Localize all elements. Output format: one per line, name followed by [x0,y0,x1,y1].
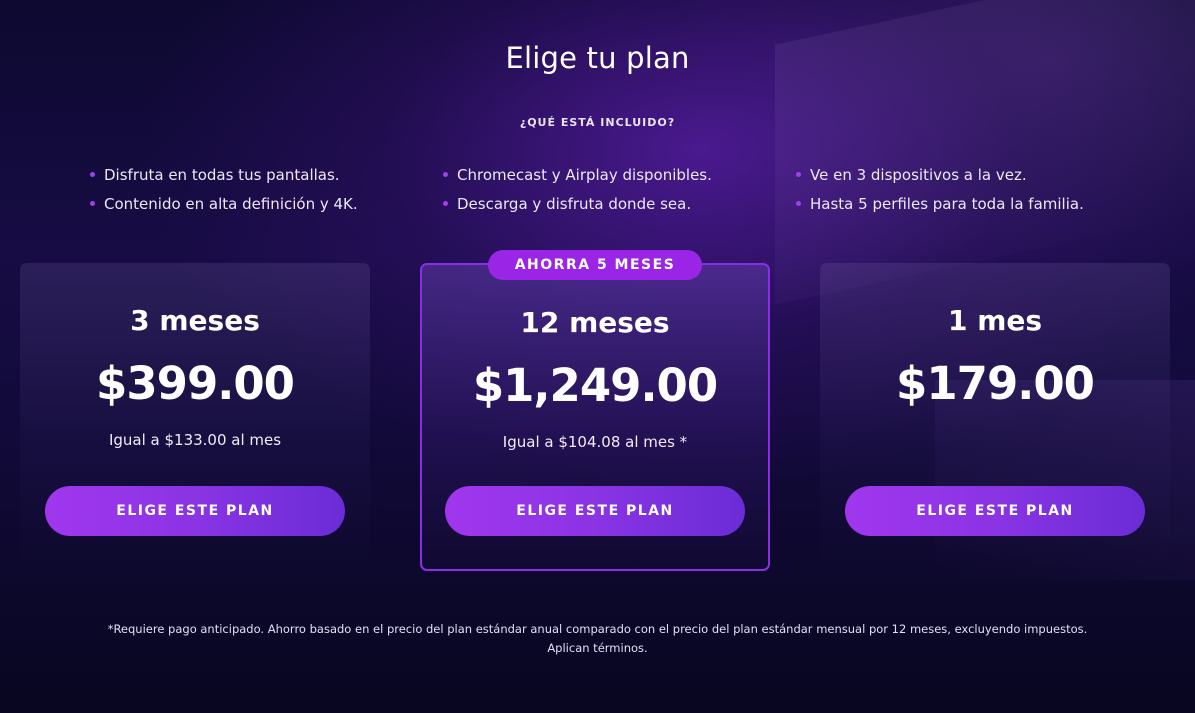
bullet-icon [90,201,95,206]
choose-plan-button[interactable]: ELIGE ESTE PLAN [845,486,1145,536]
features-list: Disfruta en todas tus pantallas. Conteni… [0,160,1195,220]
bullet-icon [90,172,95,177]
plan-price: $1,249.00 [472,359,718,412]
plan-duration: 1 mes [947,304,1043,337]
feature-item: Ve en 3 dispositivos a la vez. [796,160,1084,189]
footnote: *Requiere pago anticipado. Ahorro basado… [0,620,1195,658]
feature-item: Contenido en alta definición y 4K. [90,189,358,218]
features-column-1: Disfruta en todas tus pantallas. Conteni… [90,160,358,218]
savings-badge: AHORRA 5 MESES [488,250,702,280]
feature-item: Descarga y disfruta donde sea. [443,189,712,218]
plan-price: $179.00 [896,357,1095,410]
feature-item: Chromecast y Airplay disponibles. [443,160,712,189]
bullet-icon [796,172,801,177]
footnote-terms: Aplican términos. [547,641,648,655]
plan-duration: 12 meses [520,306,670,339]
plan-monthly-equivalent: Igual a $133.00 al mes [108,431,282,449]
choose-plan-button[interactable]: ELIGE ESTE PLAN [45,486,345,536]
bullet-icon [443,201,448,206]
included-heading: ¿QUÉ ESTÁ INCLUIDO? [519,116,676,129]
bullet-icon [443,172,448,177]
plan-card-1-month: 1 mes $179.00 ELIGE ESTE PLAN [820,263,1170,568]
features-column-2: Chromecast y Airplay disponibles. Descar… [443,160,712,218]
footnote-line: *Requiere pago anticipado. Ahorro basado… [107,622,1088,636]
plan-price: $399.00 [96,357,295,410]
plan-card-3-months: 3 meses $399.00 Igual a $133.00 al mes E… [20,263,370,568]
features-column-3: Ve en 3 dispositivos a la vez. Hasta 5 p… [796,160,1084,218]
plan-monthly-equivalent: Igual a $104.08 al mes * [502,433,688,451]
page-title: Elige tu plan [505,41,690,76]
feature-item: Hasta 5 perfiles para toda la familia. [796,189,1084,218]
plan-duration: 3 meses [130,304,260,337]
plan-card-12-months: AHORRA 5 MESES 12 meses $1,249.00 Igual … [420,250,770,571]
feature-item: Disfruta en todas tus pantallas. [90,160,358,189]
choose-plan-button[interactable]: ELIGE ESTE PLAN [445,486,745,536]
bullet-icon [796,201,801,206]
